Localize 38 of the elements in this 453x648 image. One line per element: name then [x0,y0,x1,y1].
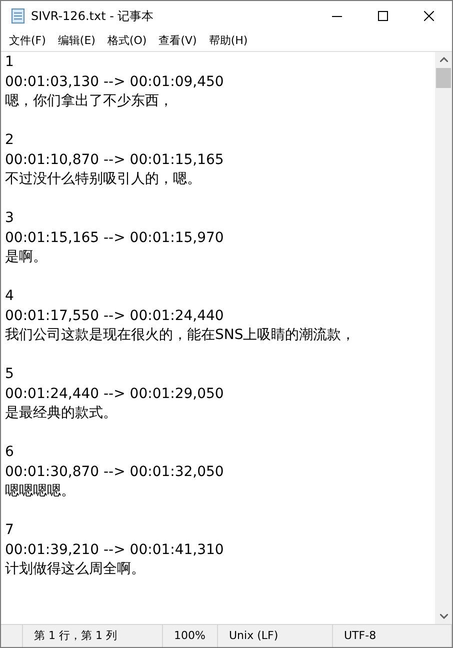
line-text: 00:01:03,130 --> 00:01:09,450 [5,72,224,92]
line-text: 5 [5,365,14,384]
line-text: 2 [5,131,14,150]
line-text: 1 [5,53,14,72]
line-text: 不过没什么特别吸引人的，嗯。 [5,170,201,189]
line-text: 嗯，你们拿出了不少东西， [5,92,173,111]
menu-item[interactable]: 编辑(E) [52,31,102,51]
line-text: 00:01:30,870 --> 00:01:32,050 [5,462,224,482]
status-text: 第 1 行，第 1 列 [34,628,117,644]
status-text: 100% [174,628,206,644]
line-text: 00:01:24,440 --> 00:01:29,050 [5,384,224,404]
line-text: 我们公司这款是现在很火的，能在SNS上吸睛的潮流款， [5,326,356,345]
line-text: 00:01:15,165 --> 00:01:15,970 [5,228,224,248]
menu-item[interactable]: 文件(F) [3,31,52,51]
scroll-up-icon [440,57,448,62]
notepad-icon [10,8,26,24]
menu-item[interactable]: 格式(O) [101,31,153,51]
line-text: 计划做得这么周全啊。 [5,560,145,579]
line-text: 是最经典的款式。 [5,404,117,423]
line-text: 是啊。 [5,248,47,267]
status-text: Unix (LF) [229,628,278,644]
close-icon [424,11,434,21]
line-text: 6 [5,443,14,462]
scroll-thumb[interactable] [436,68,451,88]
window-title: SIVR-126.txt - 记事本 [31,8,155,25]
maximize-icon [378,11,388,21]
menu-item[interactable]: 查看(V) [152,31,203,51]
scrollbar[interactable] [435,52,452,624]
scroll-down-icon [440,614,448,619]
line-text: 00:01:10,870 --> 00:01:15,165 [5,150,224,170]
line-text: 00:01:17,550 --> 00:01:24,440 [5,306,224,326]
line-text: 3 [5,209,14,228]
status-text: UTF-8 [344,628,376,644]
line-text: 7 [5,521,14,540]
line-text: 嗯嗯嗯嗯。 [5,482,75,501]
line-text: 4 [5,287,14,306]
line-text: 00:01:39,210 --> 00:01:41,310 [5,540,224,560]
menu-item[interactable]: 帮助(H) [202,31,254,51]
